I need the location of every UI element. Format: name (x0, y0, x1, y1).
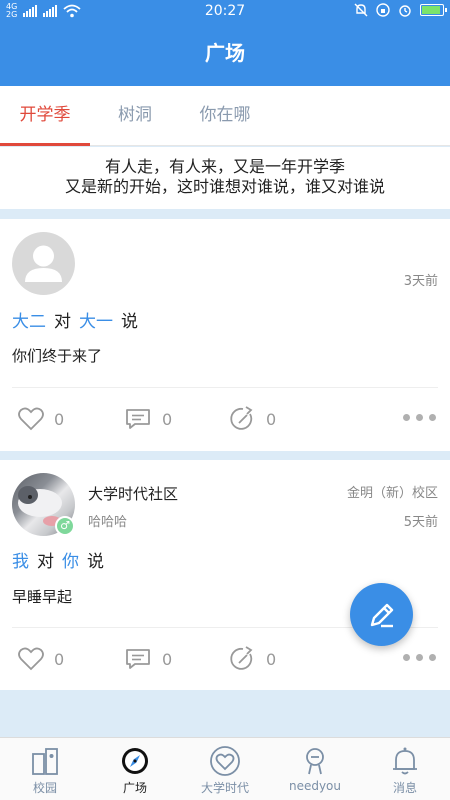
share-button[interactable]: 0 (230, 404, 276, 434)
nav-square-label: 广场 (122, 781, 147, 795)
compose-button[interactable] (350, 583, 413, 646)
campus-icon (32, 748, 58, 775)
user-name[interactable]: 大学时代社区 (88, 483, 178, 504)
alarm-icon (399, 5, 411, 17)
post-actions: 0 0 0 (0, 644, 450, 674)
nav-needyou[interactable]: needyou (270, 738, 360, 800)
nav-college-era[interactable]: 大学时代 (180, 738, 270, 800)
share-icon (230, 406, 253, 430)
campus-label: 金明（新）校区 (346, 486, 438, 501)
mute-bell-icon (354, 3, 368, 17)
like-button[interactable]: 0 (18, 644, 64, 674)
nav-college-era-label: 大学时代 (200, 781, 249, 795)
nav-square[interactable]: 广场 (90, 738, 180, 800)
to-word: 对 (54, 312, 71, 332)
like-count: 0 (54, 649, 65, 669)
person-icon (306, 748, 324, 775)
tab-kaixueji[interactable]: 开学季 (0, 86, 90, 146)
user-nickname: 哈哈哈 (88, 515, 128, 530)
male-icon: ♂ (55, 516, 75, 536)
heart-icon (18, 407, 44, 431)
pencil-icon (370, 603, 393, 627)
tab-shudong[interactable]: 树洞 (90, 86, 180, 146)
comment-count: 0 (162, 649, 173, 669)
heart-icon (18, 647, 44, 671)
post-time: 5天前 (403, 515, 438, 530)
share-button[interactable]: 0 (230, 644, 276, 674)
tab-bar: 开学季 树洞 你在哪 (0, 86, 450, 146)
nav-campus-label: 校园 (32, 781, 57, 795)
comment-icon (126, 409, 150, 429)
more-icon[interactable] (403, 654, 436, 661)
default-avatar-icon (25, 245, 62, 282)
tab-nizaina[interactable]: 你在哪 (180, 86, 270, 146)
share-icon (230, 646, 253, 670)
bell-icon (393, 747, 417, 775)
post-content: 你们终于来了 (12, 347, 103, 365)
to-label[interactable]: 大一 (79, 312, 113, 332)
banner-line-1: 有人走，有人来，又是一年开学季 (104, 157, 345, 176)
comment-icon (126, 649, 150, 669)
like-button[interactable]: 0 (18, 404, 64, 434)
to-word: 对 (37, 552, 54, 572)
nav-messages-label: 消息 (392, 781, 417, 795)
say-word: 说 (87, 552, 104, 572)
share-count: 0 (266, 409, 277, 429)
say-word: 说 (121, 312, 138, 332)
comment-button[interactable]: 0 (124, 404, 172, 434)
post-actions: 0 0 0 (0, 404, 450, 434)
status-right (354, 3, 447, 17)
like-count: 0 (54, 409, 65, 429)
status-bar: 4G 2G 20:27 (0, 0, 450, 24)
comment-count: 0 (162, 409, 173, 429)
topic-banner: 有人走，有人来，又是一年开学季 又是新的开始，这时谁想对谁说，谁又对谁说 (0, 147, 450, 209)
share-count: 0 (266, 649, 277, 669)
rotation-lock-icon (376, 3, 390, 17)
post-time: 3天前 (403, 274, 438, 289)
banner-line-2: 又是新的开始，这时谁想对谁说，谁又对谁说 (64, 177, 385, 196)
compass-icon (122, 748, 148, 774)
to-label[interactable]: 你 (62, 552, 79, 572)
from-label[interactable]: 大二 (12, 312, 46, 332)
heart-badge-icon (210, 746, 240, 776)
nav-needyou-label: needyou (288, 779, 342, 793)
post-content: 早睡早起 (12, 588, 73, 606)
avatar[interactable] (12, 232, 75, 295)
nav-campus[interactable]: 校园 (0, 738, 90, 800)
post-card[interactable]: ♂ 大学时代社区 哈哈哈 金明（新）校区 5天前 我对你说 早睡早起 0 0 0 (0, 460, 450, 690)
battery-icon (420, 4, 447, 16)
comment-button[interactable]: 0 (124, 644, 172, 674)
from-label[interactable]: 我 (12, 552, 29, 572)
nav-messages[interactable]: 消息 (360, 738, 450, 800)
more-icon[interactable] (403, 414, 436, 421)
post-saying: 我对你说 (12, 547, 104, 572)
divider (12, 387, 438, 388)
post-card[interactable]: 3天前 大二对大一说 你们终于来了 0 0 0 (0, 219, 450, 451)
page-title: 广场 (0, 24, 450, 86)
bottom-nav: 校园 广场 大学时代 needyou 消息 (0, 737, 450, 800)
post-saying: 大二对大一说 (12, 307, 138, 332)
